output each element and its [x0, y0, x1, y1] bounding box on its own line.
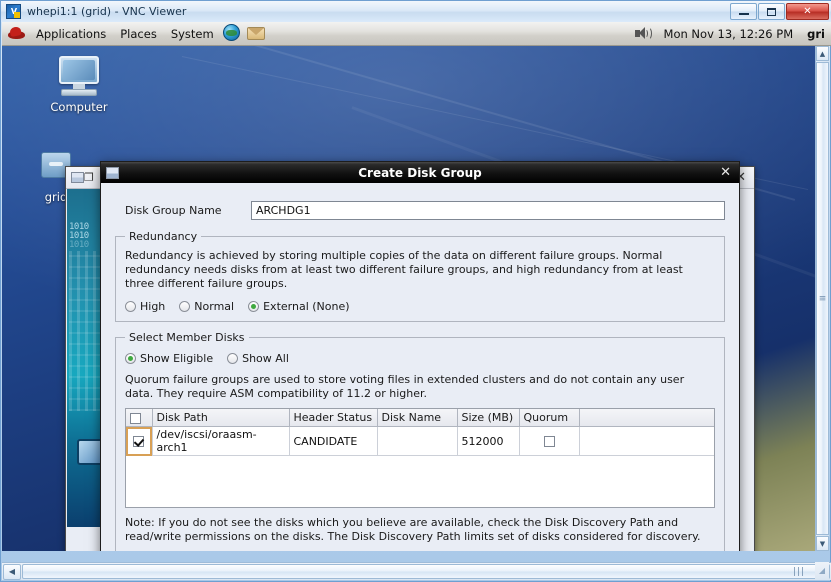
background-maximize-button[interactable]: ❐: [84, 171, 94, 184]
column-size-mb[interactable]: Size (MB): [457, 409, 520, 427]
row-select-cell[interactable]: [126, 426, 153, 456]
globe-icon: [222, 23, 240, 41]
radio-button-icon-selected: [125, 353, 136, 364]
quorum-note: Quorum failure groups are used to store …: [125, 373, 685, 400]
cell-header-status: CANDIDATE: [289, 426, 378, 456]
radio-show-eligible[interactable]: Show Eligible: [125, 352, 213, 365]
scroll-up-arrow[interactable]: ▲: [816, 46, 829, 61]
disk-group-name-label: Disk Group Name: [125, 204, 222, 217]
column-disk-name[interactable]: Disk Name: [377, 409, 458, 427]
cell-size-mb: 512000: [457, 426, 520, 456]
disk-table-element: Disk Path Header Status Disk Name Size (…: [126, 409, 714, 456]
radio-button-icon-selected: [248, 301, 260, 312]
select-member-disks-group: Select Member Disks Show Eligible Show A…: [115, 331, 725, 551]
cell-disk-name: [377, 426, 458, 456]
redundancy-group: Redundancy Redundancy is achieved by sto…: [115, 230, 725, 322]
window-icon: [71, 172, 84, 183]
row-checkbox-checked[interactable]: [133, 436, 145, 447]
table-row[interactable]: /dev/iscsi/oraasm-arch1 CANDIDATE 512000: [126, 426, 714, 456]
vnc-viewer-window: V whepi1:1 (grid) - VNC Viewer ✕ Applica…: [0, 0, 831, 582]
column-disk-path[interactable]: Disk Path: [152, 409, 290, 427]
close-button[interactable]: ✕: [786, 3, 829, 20]
scroll-left-arrow[interactable]: ◀: [3, 563, 21, 580]
remote-desktop-canvas[interactable]: Computer grid ❐ ✕ 1010 1010 1010 Create …: [2, 46, 818, 551]
disk-discovery-note: Note: If you do not see the disks which …: [125, 516, 701, 543]
browser-launcher[interactable]: [222, 23, 243, 44]
panel-username[interactable]: gri: [807, 27, 825, 41]
redundancy-description: Redundancy is achieved by storing multip…: [125, 249, 683, 290]
disk-filter-radio-group: Show Eligible Show All: [125, 352, 715, 365]
menu-applications[interactable]: Applications: [29, 25, 113, 43]
radio-external-none[interactable]: External (None): [248, 300, 350, 313]
radio-label: High: [140, 300, 166, 313]
gnome-top-panel: Applications Places System Mon Nov 13, 1…: [2, 22, 831, 46]
radio-label: Show Eligible: [140, 352, 214, 365]
desktop-icon-computer[interactable]: Computer: [37, 56, 121, 114]
menu-system[interactable]: System: [164, 25, 221, 43]
dialog-close-button[interactable]: ✕: [720, 166, 731, 179]
create-disk-group-dialog[interactable]: Create Disk Group ✕ Disk Group Name Redu…: [100, 161, 740, 551]
cell-disk-path: /dev/iscsi/oraasm-arch1: [152, 426, 290, 456]
dialog-titlebar: Create Disk Group ✕: [101, 162, 739, 183]
radio-label: Show All: [242, 352, 289, 365]
vnc-logo-icon: V: [6, 4, 21, 19]
radio-show-all[interactable]: Show All: [227, 352, 289, 365]
scroll-down-arrow[interactable]: ▼: [816, 536, 829, 551]
panel-status-area: Mon Nov 13, 12:26 PM gri: [634, 26, 831, 42]
column-filler: [579, 409, 714, 427]
vnc-vertical-scrollbar[interactable]: ▲ ≡ ▼: [815, 46, 829, 551]
table-header-row: Disk Path Header Status Disk Name Size (…: [126, 409, 714, 427]
dialog-body: Disk Group Name Redundancy Redundancy is…: [101, 183, 739, 551]
vertical-scroll-thumb[interactable]: ≡: [816, 62, 829, 535]
disk-group-name-row: Disk Group Name: [125, 201, 725, 220]
vnc-window-title: whepi1:1 (grid) - VNC Viewer: [27, 5, 187, 18]
panel-clock[interactable]: Mon Nov 13, 12:26 PM: [664, 27, 794, 41]
scroll-thumb-grip: |||: [792, 566, 805, 577]
vnc-titlebar: V whepi1:1 (grid) - VNC Viewer ✕: [1, 1, 831, 22]
minimize-button[interactable]: [730, 3, 757, 20]
radio-label: External (None): [263, 300, 350, 313]
select-all-checkbox[interactable]: [130, 412, 141, 424]
horizontal-scroll-thumb[interactable]: |||: [22, 564, 830, 579]
column-select-all[interactable]: [126, 409, 153, 427]
dialog-title: Create Disk Group: [358, 165, 482, 180]
cell-filler: [579, 426, 714, 456]
column-header-status[interactable]: Header Status: [289, 409, 378, 427]
member-disks-legend: Select Member Disks: [129, 331, 245, 344]
menu-places[interactable]: Places: [113, 25, 164, 43]
disk-table[interactable]: Disk Path Header Status Disk Name Size (…: [125, 408, 715, 508]
cell-quorum[interactable]: [519, 426, 580, 456]
desktop-icon-label: Computer: [50, 100, 108, 114]
mail-launcher[interactable]: [246, 24, 267, 44]
vnc-window-controls: ✕: [730, 3, 829, 20]
quorum-checkbox[interactable]: [543, 436, 555, 447]
column-quorum[interactable]: Quorum: [519, 409, 580, 427]
disk-group-name-input[interactable]: [251, 201, 725, 220]
vnc-horizontal-scrollbar[interactable]: ◀ |||: [2, 562, 831, 580]
radio-button-icon: [125, 301, 136, 312]
radio-button-icon: [227, 353, 239, 364]
mail-icon: [246, 26, 265, 40]
radio-normal[interactable]: Normal: [179, 300, 234, 313]
radio-button-icon: [179, 301, 191, 312]
computer-icon: [56, 56, 102, 98]
radio-label: Normal: [194, 300, 235, 313]
redundancy-radio-group: High Normal External (None): [125, 300, 715, 313]
scrollbar-corner-grip: ◢: [815, 562, 829, 580]
redhat-logo-icon[interactable]: [8, 25, 25, 42]
volume-icon[interactable]: [634, 26, 652, 42]
radio-high[interactable]: High: [125, 300, 165, 313]
redundancy-legend: Redundancy: [129, 230, 198, 243]
maximize-button[interactable]: [758, 3, 785, 20]
